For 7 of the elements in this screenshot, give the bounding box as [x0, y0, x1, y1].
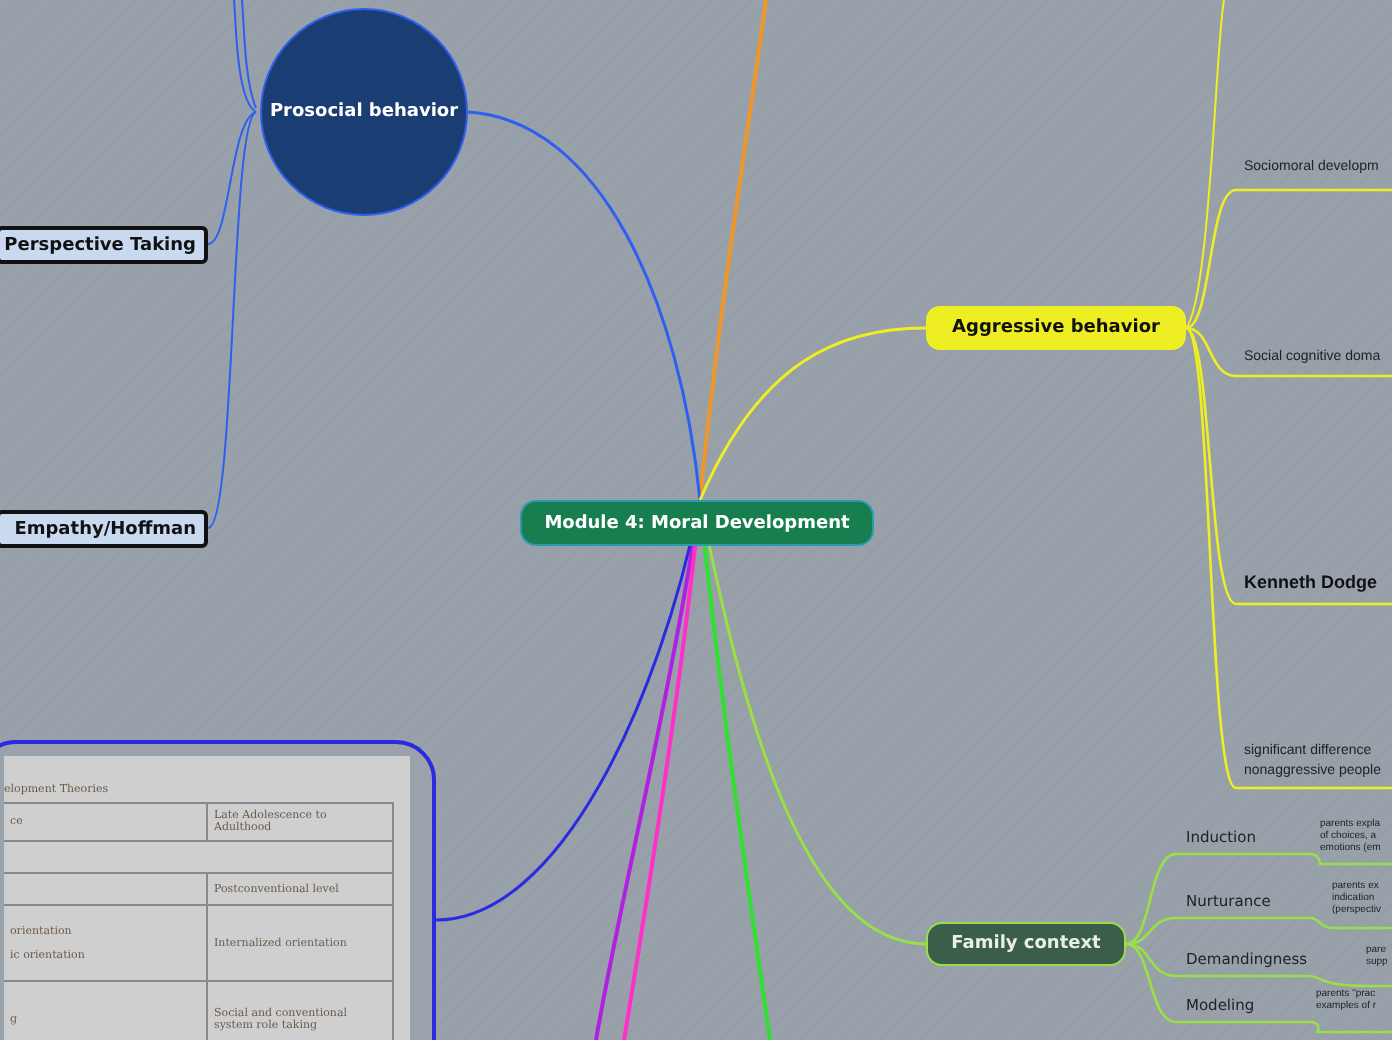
subtopic-node[interactable]: Empathy/Hoffman	[0, 510, 208, 548]
family-topic[interactable]: Family context	[926, 922, 1126, 966]
subtopic-label: Kenneth Dodge	[1244, 572, 1377, 592]
central-topic[interactable]: Module 4: Moral Development	[520, 500, 874, 546]
aggressive-topic[interactable]: Aggressive behavior	[926, 306, 1186, 350]
subtopic-node[interactable]: Perspective Taking	[0, 226, 208, 264]
prosocial-topic[interactable]: Prosocial behavior	[260, 8, 468, 216]
